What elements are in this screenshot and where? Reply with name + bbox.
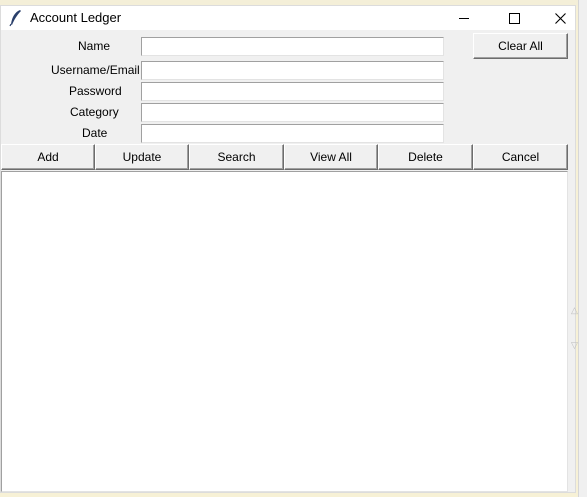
update-button[interactable]: Update (95, 144, 189, 170)
close-button[interactable] (537, 6, 583, 30)
account-ledger-window: Account Ledger Name Username/Email Passw… (0, 5, 576, 493)
title-bar[interactable]: Account Ledger (1, 6, 575, 30)
results-listbox[interactable] (1, 171, 568, 492)
window-title: Account Ledger (30, 10, 122, 25)
maximize-icon (508, 12, 520, 24)
password-field[interactable] (141, 82, 444, 101)
search-button[interactable]: Search (189, 144, 284, 170)
add-button[interactable]: Add (1, 144, 95, 170)
category-label: Category (70, 105, 119, 119)
view-all-button[interactable]: View All (284, 144, 378, 170)
background-window-edge (578, 0, 587, 497)
name-field[interactable] (141, 37, 444, 56)
close-icon (554, 12, 566, 24)
scroll-down-icon: ▽ (571, 340, 578, 350)
clear-all-button[interactable]: Clear All (473, 33, 568, 59)
category-field[interactable] (141, 103, 444, 122)
minimize-icon (459, 17, 469, 19)
name-label: Name (78, 39, 111, 53)
scroll-up-icon: △ (571, 305, 578, 315)
minimize-button[interactable] (441, 6, 487, 30)
feather-icon (9, 10, 21, 27)
date-field[interactable] (141, 124, 444, 143)
cancel-button[interactable]: Cancel (473, 144, 568, 170)
username-email-field[interactable] (141, 61, 444, 80)
maximize-button[interactable] (491, 6, 537, 30)
date-label: Date (82, 126, 108, 140)
delete-button[interactable]: Delete (378, 144, 473, 170)
username-email-label: Username/Email (51, 63, 140, 77)
password-label: Password (69, 84, 122, 98)
